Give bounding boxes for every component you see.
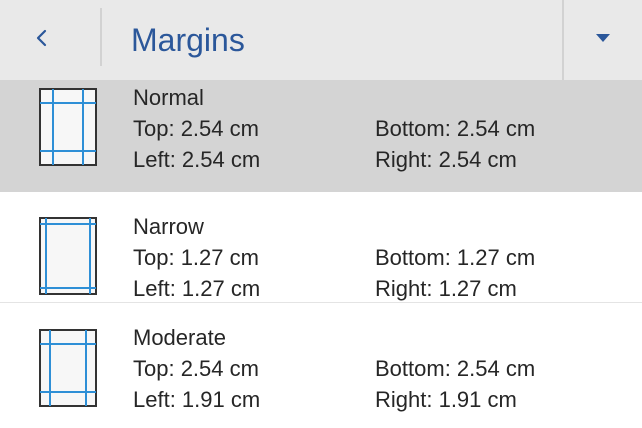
margin-option-moderate[interactable]: Moderate Top: 2.54 cm Bottom: 2.54 cm Le… xyxy=(0,303,642,428)
option-left-value: Left: 1.27 cm xyxy=(133,276,261,301)
option-top-value: Top: 1.27 cm xyxy=(133,245,259,270)
option-top-value: Top: 2.54 cm xyxy=(133,356,259,381)
option-right-value: Right: 2.54 cm xyxy=(375,147,517,172)
option-name: Normal xyxy=(133,85,204,110)
page-title: Margins xyxy=(131,22,245,58)
margin-option-narrow[interactable]: Narrow Top: 1.27 cm Bottom: 1.27 cm Left… xyxy=(0,192,642,303)
option-bottom-value: Bottom: 2.54 cm xyxy=(375,356,536,381)
option-left-value: Left: 1.91 cm xyxy=(133,387,261,412)
option-left-value: Left: 2.54 cm xyxy=(133,147,261,172)
option-right-value: Right: 1.27 cm xyxy=(375,276,517,301)
option-bottom-value: Bottom: 2.54 cm xyxy=(375,116,536,141)
dropdown-button[interactable] xyxy=(564,0,642,80)
margin-option-normal[interactable]: Normal Top: 2.54 cm Bottom: 2.54 cm Left… xyxy=(0,80,642,192)
margin-options-list: Normal Top: 2.54 cm Bottom: 2.54 cm Left… xyxy=(0,80,642,428)
chevron-left-icon xyxy=(36,28,52,53)
page-margins-icon xyxy=(39,329,97,407)
page-margins-icon xyxy=(39,88,97,166)
option-right-value: Right: 1.91 cm xyxy=(375,387,517,412)
option-name: Narrow xyxy=(133,214,204,239)
app-header: Margins xyxy=(0,0,642,80)
option-bottom-value: Bottom: 1.27 cm xyxy=(375,245,536,270)
page-margins-icon xyxy=(39,217,97,295)
header-divider xyxy=(100,8,102,66)
caret-down-icon xyxy=(594,31,612,49)
option-name: Moderate xyxy=(133,325,226,350)
option-top-value: Top: 2.54 cm xyxy=(133,116,259,141)
back-button[interactable] xyxy=(0,0,100,80)
